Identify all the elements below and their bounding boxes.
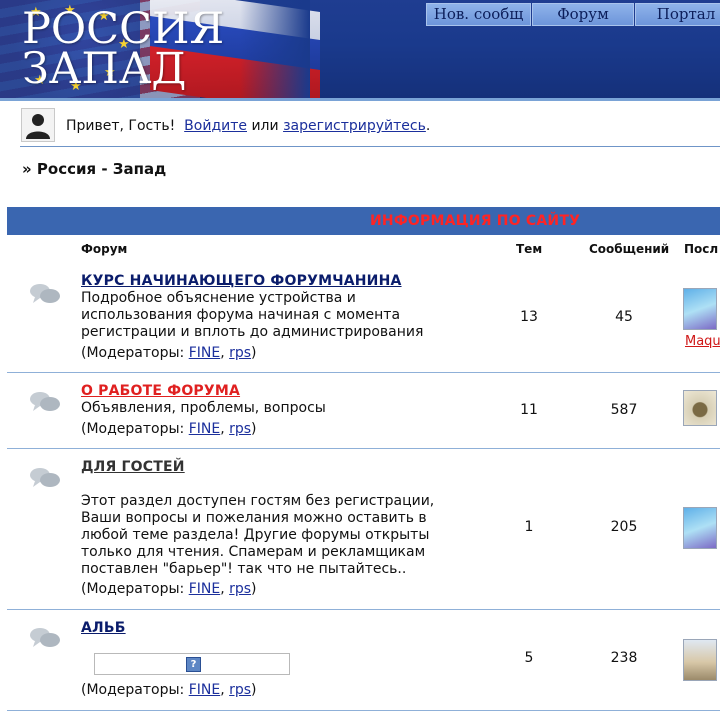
greeting-text: Привет, Гость! Войдите или зарегистрируй… [66, 118, 430, 134]
forum-moderators: (Модераторы: FINE, rps) [81, 421, 257, 437]
greeting-or: или [251, 118, 279, 134]
site-logo-line2[interactable]: ЗАПАД [22, 48, 186, 91]
forum-read-icon [29, 466, 61, 492]
moderator-link[interactable]: rps [229, 345, 251, 361]
forum-description: Подробное объяснение устройства и исполь… [81, 290, 424, 340]
moderators-separator: , [220, 345, 225, 361]
forum-row: АЛЬБ ? (Модераторы: FINE, rps) 5 238 [7, 610, 720, 711]
topic-count: 11 [520, 402, 538, 418]
forum-title-link[interactable]: О РАБОТЕ ФОРУМА [81, 383, 240, 399]
topic-count: 1 [524, 519, 534, 535]
last-poster-avatar[interactable] [683, 507, 717, 549]
last-poster-avatar[interactable] [683, 288, 717, 330]
forum-moderators: (Модераторы: FINE, rps) [81, 682, 257, 698]
moderators-label: (Модераторы: [81, 421, 185, 437]
column-topics: Тем [516, 242, 543, 256]
login-link[interactable]: Войдите [184, 118, 247, 134]
moderators-label: (Модераторы: [81, 345, 185, 361]
post-count: 205 [610, 519, 638, 535]
broken-image-placeholder: ? [94, 653, 290, 675]
forum-read-icon [29, 626, 61, 652]
forum-title-link[interactable]: ДЛЯ ГОСТЕЙ [81, 459, 185, 475]
forum-row: КУРС НАЧИНАЮЩЕГО ФОРУМЧАНИНА Подробное о… [7, 266, 720, 373]
forum-moderators: (Модераторы: FINE, rps) [81, 345, 257, 361]
topic-count: 5 [524, 650, 534, 666]
forum-title-link[interactable]: КУРС НАЧИНАЮЩЕГО ФОРУМЧАНИНА [81, 273, 402, 289]
moderator-link[interactable]: FINE [189, 581, 221, 597]
post-count: 238 [610, 650, 638, 666]
greeting-bar: Привет, Гость! Войдите или зарегистрируй… [20, 108, 720, 147]
category-title[interactable]: ИНФОРМАЦИЯ ПО САЙТУ [370, 213, 580, 229]
moderators-separator: , [220, 581, 225, 597]
moderator-link[interactable]: FINE [189, 345, 221, 361]
category-header: ИНФОРМАЦИЯ ПО САЙТУ [7, 207, 720, 235]
moderators-separator: , [220, 421, 225, 437]
post-count: 45 [615, 309, 633, 325]
topic-count: 13 [520, 309, 538, 325]
column-posts: Сообщений [589, 242, 670, 256]
forum-row: О РАБОТЕ ФОРУМА Объявления, проблемы, во… [7, 373, 720, 449]
moderators-close: ) [251, 345, 257, 361]
forum-description: Объявления, проблемы, вопросы [81, 400, 326, 416]
moderators-label: (Модераторы: [81, 581, 185, 597]
moderators-separator: , [220, 682, 225, 698]
moderator-link[interactable]: rps [229, 421, 251, 437]
column-last-post: Посл [684, 242, 719, 256]
nav-portal-button[interactable]: Портал [635, 3, 720, 26]
register-link[interactable]: зарегистрируйтесь [283, 118, 426, 134]
forum-read-icon [29, 282, 61, 308]
top-navigation: Нов. сообщ Форум Портал [426, 3, 720, 26]
last-poster-avatar[interactable] [683, 390, 717, 426]
forum-moderators: (Модераторы: FINE, rps) [81, 581, 257, 597]
site-header: ★ ★ ★ ★ ★ ★ ★ РОССИЯ ЗАПАД Нов. сообщ Фо… [0, 0, 720, 98]
moderators-close: ) [251, 581, 257, 597]
column-forum: Форум [81, 242, 128, 256]
forum-read-icon [29, 390, 61, 416]
forum-description: Этот раздел доступен гостям без регистра… [81, 493, 435, 577]
header-divider [0, 98, 720, 101]
moderator-link[interactable]: rps [229, 682, 251, 698]
last-poster-link[interactable]: Maqu [685, 334, 720, 349]
moderators-close: ) [251, 421, 257, 437]
moderator-link[interactable]: FINE [189, 421, 221, 437]
nav-forum-button[interactable]: Форум [532, 3, 634, 26]
post-count: 587 [610, 402, 638, 418]
forum-row: ДЛЯ ГОСТЕЙ Этот раздел доступен гостям б… [7, 449, 720, 610]
moderators-close: ) [251, 682, 257, 698]
breadcrumb[interactable]: » Россия - Запад [22, 160, 166, 178]
greeting-hello: Привет, Гость! [66, 118, 176, 134]
moderators-label: (Модераторы: [81, 682, 185, 698]
broken-image-icon: ? [186, 657, 201, 672]
guest-avatar-icon [21, 108, 55, 142]
greeting-end: . [425, 118, 431, 134]
moderator-link[interactable]: FINE [189, 682, 221, 698]
last-poster-avatar[interactable] [683, 639, 717, 681]
forum-title-link[interactable]: АЛЬБ [81, 620, 126, 636]
nav-new-posts-button[interactable]: Нов. сообщ [426, 3, 531, 26]
moderator-link[interactable]: rps [229, 581, 251, 597]
